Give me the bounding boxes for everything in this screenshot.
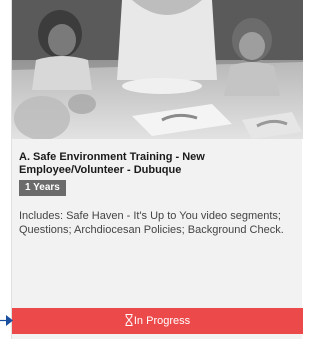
course-description: Includes: Safe Haven - It's Up to You vi… (19, 210, 284, 236)
duration-badge: 1 Years (19, 180, 66, 196)
course-card[interactable]: A. Safe Environment Training - New Emplo… (11, 0, 303, 339)
hourglass-icon (125, 310, 133, 336)
pointer-arrow-icon (0, 315, 13, 326)
status-label: In Progress (133, 315, 191, 327)
in-progress-button[interactable]: In Progress (12, 308, 303, 334)
course-title[interactable]: A. Safe Environment Training - New Emplo… (19, 151, 289, 177)
course-photo (12, 0, 303, 139)
